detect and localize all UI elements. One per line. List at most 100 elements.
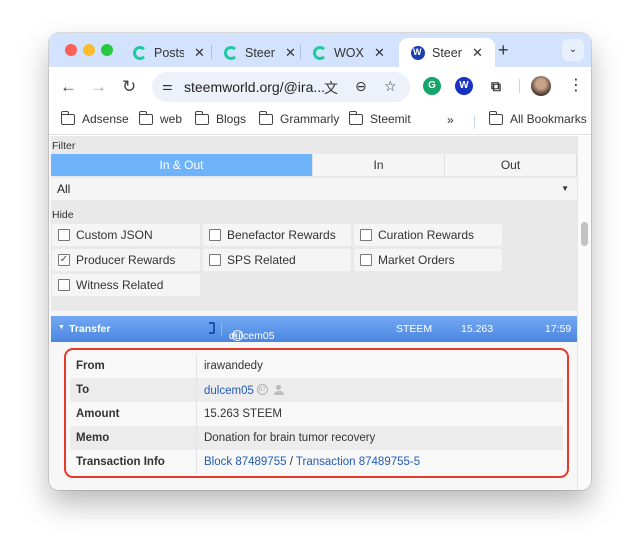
checkbox-unchecked-icon[interactable] — [209, 254, 221, 266]
transfer-currency: STEEM — [396, 323, 433, 335]
address-bar[interactable]: ⚌ steemworld.org/@ira... 文 ⊖ ☆ — [152, 72, 410, 102]
reputation-badge: 67 — [256, 384, 268, 395]
detail-row-transaction-info: Transaction Info Block 87489755 / Transa… — [70, 450, 563, 474]
from-account-link[interactable]: irawandedy — [204, 360, 263, 372]
folder-icon — [488, 110, 503, 125]
page-content: Filter In & Out In Out All ▼ Hide Custom… — [49, 136, 591, 490]
folder-icon — [194, 110, 209, 125]
close-tab-icon[interactable]: ✕ — [374, 45, 385, 61]
new-tab-button[interactable]: + — [498, 40, 509, 61]
folder-icon — [60, 110, 75, 125]
forward-arrow-icon[interactable]: → — [90, 77, 107, 97]
dropdown-caret-icon: ▼ — [561, 184, 569, 193]
to-account-link[interactable]: dulcem05 — [204, 385, 254, 397]
url-text[interactable]: steemworld.org/@ira... — [184, 79, 325, 95]
checkbox-checked-icon[interactable]: ✓ — [58, 254, 70, 266]
bookmark-blogs[interactable]: Blogs — [194, 110, 246, 126]
steemworld-icon — [411, 45, 425, 60]
bookmark-web[interactable]: web — [138, 110, 182, 126]
bookmarks-overflow-button[interactable]: » — [447, 113, 454, 127]
checkbox-unchecked-icon[interactable] — [360, 229, 372, 241]
folder-icon — [138, 110, 153, 125]
hide-market-orders-checkbox[interactable]: Market Orders — [354, 249, 502, 271]
scrollbar-thumb[interactable] — [581, 222, 588, 246]
steemit-icon — [224, 45, 238, 60]
bookmarks-separator — [474, 115, 475, 129]
hide-sps-related-checkbox[interactable]: SPS Related — [203, 249, 351, 271]
divider — [221, 322, 222, 336]
collapse-caret-icon[interactable]: ▼ — [58, 324, 65, 331]
all-bookmarks-button[interactable]: All Bookmarks — [488, 110, 587, 126]
filter-panel: Filter In & Out In Out All ▼ Hide Custom… — [51, 136, 577, 311]
toolbar-separator — [519, 79, 520, 93]
transfer-time: 17:59 — [545, 323, 572, 335]
tab-separator — [300, 45, 301, 59]
bookmark-adsense[interactable]: Adsense — [60, 110, 129, 126]
steem-extension-icon[interactable]: W — [455, 77, 473, 95]
detail-row-memo: Memo Donation for brain tumor recovery — [70, 426, 563, 450]
transfer-type: Transfer — [69, 323, 111, 335]
translate-icon[interactable]: 文 — [324, 78, 338, 98]
minimize-window-button[interactable] — [83, 44, 95, 56]
tab-steemworld-active[interactable]: Steem ✕ — [399, 38, 495, 67]
menu-kebab-icon[interactable]: ⋮ — [568, 75, 584, 95]
steemit-icon — [133, 45, 147, 60]
detail-row-to: To dulcem05 67 — [70, 378, 563, 402]
tab-wox[interactable]: WOX- ✕ — [313, 38, 385, 67]
detail-row-from: From irawandedy — [70, 354, 563, 378]
reputation-badge: 67 — [232, 330, 243, 341]
folder-icon — [258, 110, 273, 125]
tab-steem[interactable]: Steem ✕ — [224, 38, 296, 67]
tab-posts[interactable]: Posts ✕ — [133, 38, 205, 67]
block-link[interactable]: Block 87489755 — [204, 456, 286, 468]
transfer-row-header[interactable]: ▼ Transfer dulcem05 67 STEEM 15.263 17:59 — [51, 316, 577, 342]
toolbar: ← → ↻ ⚌ steemworld.org/@ira... 文 ⊖ ☆ G W… — [49, 67, 591, 107]
hide-label: Hide — [52, 209, 74, 221]
detail-row-amount: Amount 15.263 STEEM — [70, 402, 563, 426]
steemit-icon — [313, 45, 327, 60]
hide-producer-rewards-checkbox[interactable]: ✓ Producer Rewards — [52, 249, 200, 271]
hide-curation-rewards-checkbox[interactable]: Curation Rewards — [354, 224, 502, 246]
profile-avatar[interactable] — [531, 76, 551, 96]
filter-segment-in[interactable]: In — [313, 154, 445, 176]
checkbox-unchecked-icon[interactable] — [58, 229, 70, 241]
memo-value: Donation for brain tumor recovery — [204, 432, 376, 444]
user-profile-icon[interactable] — [273, 385, 284, 395]
tab-search-chevron-icon[interactable]: ⌄ — [562, 39, 584, 61]
bookmark-steemit[interactable]: Steemit — [348, 110, 411, 126]
transaction-link[interactable]: Transaction 87489755-5 — [296, 456, 420, 468]
zoom-out-icon[interactable]: ⊖ — [355, 78, 367, 95]
reload-icon[interactable]: ↻ — [122, 77, 136, 97]
folder-icon — [348, 110, 363, 125]
amount-value: 15.263 STEEM — [204, 408, 282, 420]
zoom-window-button[interactable] — [101, 44, 113, 56]
extensions-puzzle-icon[interactable]: ⧉ — [487, 77, 505, 95]
filter-label: Filter — [52, 140, 76, 152]
checkbox-unchecked-icon[interactable] — [58, 279, 70, 291]
operation-type-select[interactable]: All ▼ — [51, 178, 577, 200]
close-tab-icon[interactable]: ✕ — [285, 45, 296, 61]
close-tab-icon[interactable]: ✕ — [194, 45, 205, 61]
page-scrollbar[interactable] — [577, 136, 591, 490]
close-window-button[interactable] — [65, 44, 77, 56]
filter-segment-out[interactable]: Out — [445, 154, 577, 176]
site-settings-icon[interactable]: ⚌ — [162, 79, 173, 93]
checkbox-unchecked-icon[interactable] — [209, 229, 221, 241]
bookmark-grammarly[interactable]: Grammarly — [258, 110, 339, 126]
transfer-details-highlighted: From irawandedy To dulcem05 67 Amount 15.… — [64, 348, 569, 478]
tab-separator — [211, 45, 212, 59]
bookmark-star-icon[interactable]: ☆ — [384, 78, 397, 95]
bookmarks-bar: Adsense web Blogs Grammarly Steemit » Al… — [49, 107, 591, 135]
checkbox-unchecked-icon[interactable] — [360, 254, 372, 266]
browser-window: Posts ✕ Steem ✕ WOX- ✕ Steem ✕ + ⌄ ← → ↻… — [49, 33, 591, 490]
hide-benefactor-rewards-checkbox[interactable]: Benefactor Rewards — [203, 224, 351, 246]
tab-strip: Posts ✕ Steem ✕ WOX- ✕ Steem ✕ + ⌄ — [49, 33, 591, 67]
transfer-amount: 15.263 — [461, 323, 494, 335]
grammarly-extension-icon[interactable]: G — [423, 77, 441, 95]
close-tab-icon[interactable]: ✕ — [472, 45, 483, 61]
back-arrow-icon[interactable]: ← — [60, 77, 77, 97]
hide-witness-related-checkbox[interactable]: Witness Related — [52, 274, 200, 296]
filter-segment-in-out[interactable]: In & Out — [51, 154, 313, 176]
hide-custom-json-checkbox[interactable]: Custom JSON — [52, 224, 200, 246]
outgoing-direction-icon — [209, 322, 215, 334]
